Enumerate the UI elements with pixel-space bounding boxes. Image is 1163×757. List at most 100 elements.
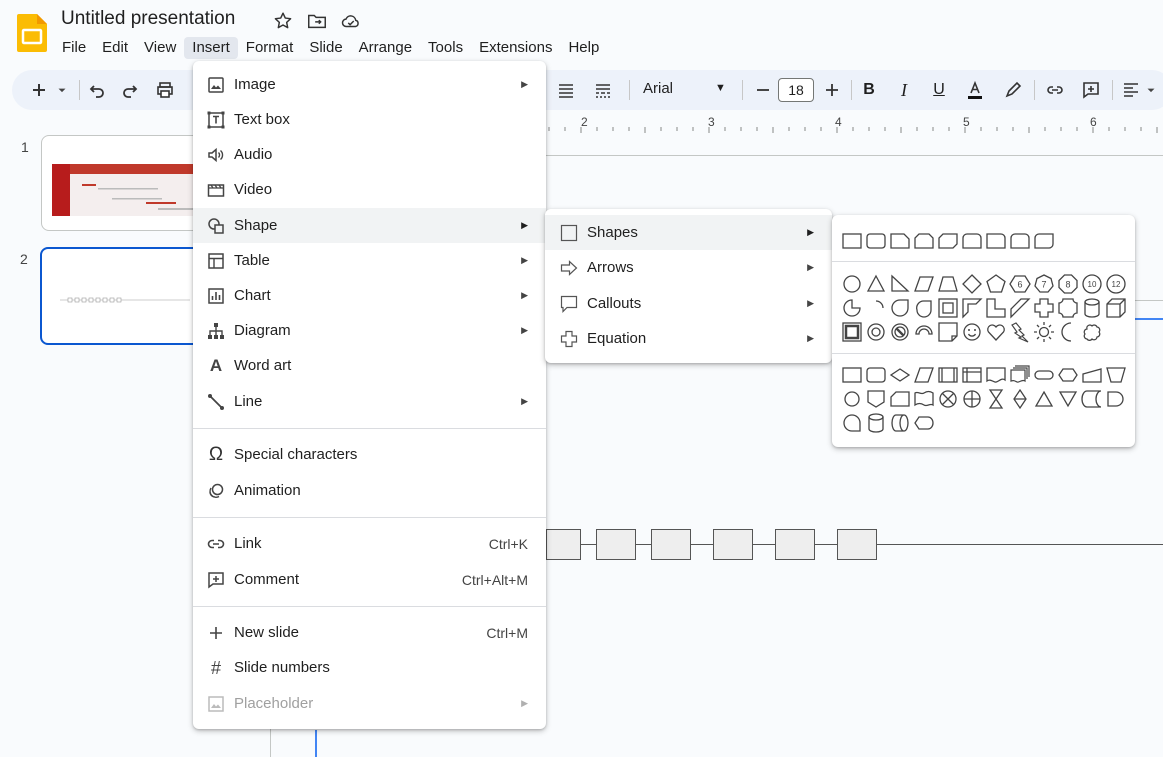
menu-item-table[interactable]: Table ▶ xyxy=(193,243,546,278)
timeline-box[interactable] xyxy=(651,529,691,560)
menu-item-shape[interactable]: Shape ▶ xyxy=(193,208,546,243)
rectangle-shape-icon[interactable] xyxy=(840,229,864,253)
flowchart-sequential-access-storage-shape-icon[interactable] xyxy=(840,411,864,435)
round-single-corner-rectangle-shape-icon[interactable] xyxy=(984,229,1008,253)
align-left-icon[interactable] xyxy=(1120,70,1142,110)
cloud-shape-icon[interactable] xyxy=(1080,320,1104,344)
triangle-shape-icon[interactable] xyxy=(864,272,888,296)
flowchart-connector-shape-icon[interactable] xyxy=(840,387,864,411)
dodecagon-shape-icon[interactable]: 12 xyxy=(1104,272,1128,296)
flowchart-card-shape-icon[interactable] xyxy=(888,387,912,411)
flowchart-document-shape-icon[interactable] xyxy=(984,363,1008,387)
timeline-box[interactable] xyxy=(713,529,753,560)
snip-corner-rectangle-shape-icon[interactable] xyxy=(888,229,912,253)
decagon-shape-icon[interactable]: 10 xyxy=(1080,272,1104,296)
font-caret-icon[interactable]: ▼ xyxy=(715,82,726,94)
text-color-icon[interactable] xyxy=(964,70,986,110)
moon-shape-icon[interactable] xyxy=(1056,320,1080,344)
cloud-saved-icon[interactable] xyxy=(340,10,362,32)
increase-font-size-icon[interactable] xyxy=(821,70,843,110)
snip-diagonal-rectangle-shape-icon[interactable] xyxy=(936,229,960,253)
flowchart-offpage-connector-shape-icon[interactable] xyxy=(864,387,888,411)
bold-icon[interactable]: B xyxy=(858,70,880,110)
menu-item-link[interactable]: Link Ctrl+K xyxy=(193,526,546,561)
menu-arrange[interactable]: Arrange xyxy=(351,37,420,59)
ellipse-shape-icon[interactable] xyxy=(840,272,864,296)
add-comment-icon[interactable] xyxy=(1080,70,1102,110)
round-diagonal-rectangle-shape-icon[interactable] xyxy=(1032,229,1056,253)
flowchart-delay-shape-icon[interactable] xyxy=(1104,387,1128,411)
flowchart-manual-input-shape-icon[interactable] xyxy=(1080,363,1104,387)
star-icon[interactable] xyxy=(272,10,294,32)
lightning-bolt-shape-icon[interactable] xyxy=(1008,320,1032,344)
heart-shape-icon[interactable] xyxy=(984,320,1008,344)
half-frame-shape-icon[interactable] xyxy=(960,296,984,320)
arc-shape-icon[interactable] xyxy=(864,296,888,320)
line-spacing-icon[interactable] xyxy=(555,70,577,110)
menu-view[interactable]: View xyxy=(136,37,184,59)
italic-icon[interactable]: I xyxy=(893,70,915,110)
submenu-item-arrows[interactable]: Arrows ▶ xyxy=(545,250,832,285)
menu-item-special-characters[interactable]: Ω Special characters xyxy=(193,437,546,472)
menu-edit[interactable]: Edit xyxy=(94,37,136,59)
menu-slide[interactable]: Slide xyxy=(301,37,350,59)
can-shape-icon[interactable] xyxy=(1080,296,1104,320)
diagonal-stripe-shape-icon[interactable] xyxy=(1008,296,1032,320)
flowchart-preparation-shape-icon[interactable] xyxy=(1056,363,1080,387)
menu-item-audio[interactable]: Audio xyxy=(193,137,546,172)
hexagon-shape-icon[interactable]: 6 xyxy=(1008,272,1032,296)
frame-shape-icon[interactable] xyxy=(936,296,960,320)
insert-link-icon[interactable] xyxy=(1044,70,1066,110)
flowchart-or-shape-icon[interactable] xyxy=(960,387,984,411)
flowchart-punched-tape-shape-icon[interactable] xyxy=(912,387,936,411)
teardrop-shape-icon[interactable] xyxy=(888,296,912,320)
round-snip-rectangle-shape-icon[interactable] xyxy=(960,229,984,253)
rounded-rectangle-shape-icon[interactable] xyxy=(864,229,888,253)
highlight-pen-icon[interactable] xyxy=(1002,70,1024,110)
timeline-box[interactable] xyxy=(546,529,581,560)
menu-item-new-slide[interactable]: New slide Ctrl+M xyxy=(193,615,546,650)
menu-item-line[interactable]: Line ▶ xyxy=(193,384,546,419)
undo-icon[interactable] xyxy=(86,70,108,110)
new-slide-plus-icon[interactable] xyxy=(28,70,50,110)
align-chevron-icon[interactable] xyxy=(1144,70,1158,110)
move-to-folder-icon[interactable] xyxy=(306,10,328,32)
octagon-shape-icon[interactable]: 8 xyxy=(1056,272,1080,296)
flowchart-alternate-process-shape-icon[interactable] xyxy=(864,363,888,387)
document-title[interactable]: Untitled presentation xyxy=(61,8,235,30)
donut-shape-icon[interactable] xyxy=(864,320,888,344)
menu-format[interactable]: Format xyxy=(238,37,302,59)
submenu-item-shapes[interactable]: Shapes ▶ xyxy=(545,215,832,250)
bevel-shape-icon[interactable] xyxy=(840,320,864,344)
menu-help[interactable]: Help xyxy=(560,37,607,59)
flowchart-process-shape-icon[interactable] xyxy=(840,363,864,387)
plaque-shape-icon[interactable] xyxy=(1056,296,1080,320)
slides-logo-icon[interactable] xyxy=(17,14,47,52)
timeline-box[interactable] xyxy=(596,529,636,560)
menu-item-animation[interactable]: Animation xyxy=(193,473,546,508)
heptagon-shape-icon[interactable]: 7 xyxy=(1032,272,1056,296)
flowchart-internal-storage-shape-icon[interactable] xyxy=(960,363,984,387)
menu-item-text-box[interactable]: Text box xyxy=(193,102,546,137)
pentagon-shape-icon[interactable] xyxy=(984,272,1008,296)
menu-item-image[interactable]: Image ▶ xyxy=(193,67,546,102)
snip-same-side-rectangle-shape-icon[interactable] xyxy=(912,229,936,253)
chord-shape-icon[interactable] xyxy=(912,296,936,320)
no-symbol-shape-icon[interactable] xyxy=(888,320,912,344)
trapezoid-shape-icon[interactable] xyxy=(936,272,960,296)
flowchart-display-shape-icon[interactable] xyxy=(912,411,936,435)
menu-file[interactable]: File xyxy=(54,37,94,59)
flowchart-merge-shape-icon[interactable] xyxy=(1056,387,1080,411)
sun-shape-icon[interactable] xyxy=(1032,320,1056,344)
font-name-select[interactable]: Arial xyxy=(643,80,673,97)
chevron-down-icon[interactable] xyxy=(55,70,69,110)
parallelogram-shape-icon[interactable] xyxy=(912,272,936,296)
flowchart-data-shape-icon[interactable] xyxy=(912,363,936,387)
flowchart-magnetic-disk-shape-icon[interactable] xyxy=(864,411,888,435)
menu-item-video[interactable]: Video xyxy=(193,172,546,207)
flowchart-extract-shape-icon[interactable] xyxy=(1032,387,1056,411)
border-dash-icon[interactable] xyxy=(592,70,614,110)
flowchart-multidocument-shape-icon[interactable] xyxy=(1008,363,1032,387)
folded-corner-shape-icon[interactable] xyxy=(936,320,960,344)
menu-item-chart[interactable]: Chart ▶ xyxy=(193,278,546,313)
